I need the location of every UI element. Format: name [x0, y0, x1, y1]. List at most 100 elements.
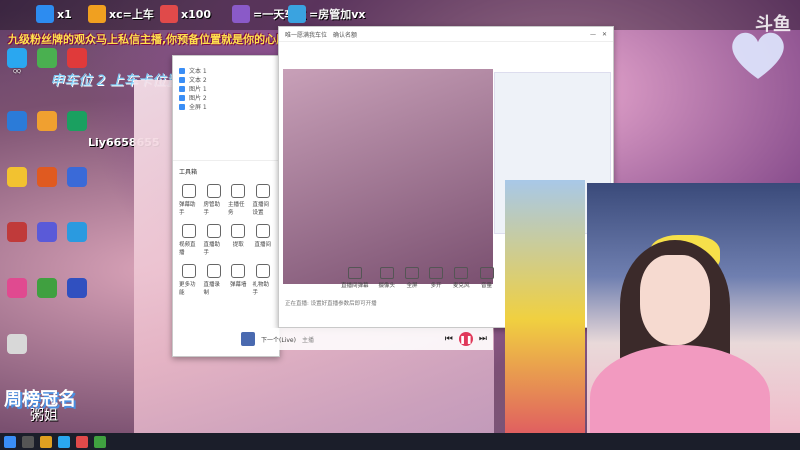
streamer-name: 粥姐 [30, 408, 58, 424]
desktop-icon[interactable] [62, 278, 92, 322]
tool-button[interactable]: 提取 [228, 224, 249, 256]
desktop-icon[interactable] [62, 222, 92, 266]
track-title: 下一个(Live) [261, 336, 296, 344]
control-button[interactable]: 摄像头 [379, 267, 395, 289]
tool-button[interactable]: 视频直播 [179, 224, 200, 256]
toolbox-title: 工具箱 [179, 169, 198, 176]
tool-icon [231, 184, 246, 198]
tool-button[interactable]: 直播间 [253, 224, 274, 256]
preview-area [283, 69, 493, 284]
mic-icon [454, 267, 469, 279]
desktop-icon[interactable] [32, 278, 62, 322]
minimize-icon[interactable]: — [590, 31, 596, 38]
gift-icon [36, 5, 54, 23]
gift-icon [160, 5, 178, 23]
app-icon [67, 166, 87, 187]
marquee-text: 九级粉丝牌的观众马上私信主播,你预备位置就是你的心愿 [8, 33, 288, 46]
camera-icon [379, 267, 394, 279]
tool-icon [231, 264, 246, 278]
volume-icon [479, 267, 494, 279]
danmu-icon [347, 267, 362, 279]
desktop-icon[interactable] [32, 110, 62, 155]
app-icon [67, 222, 87, 243]
tool-grid: 弹幕助手 房管助手 主播任务 直播间设置 视频直播 直播助手 提取 直播间 更多… [179, 184, 273, 296]
tab-2[interactable]: 确认名额 [333, 30, 357, 39]
eye-icon [179, 94, 185, 101]
tool-icon [182, 264, 197, 278]
plush-shelf [505, 180, 585, 433]
control-button[interactable]: 多开 [429, 267, 444, 289]
search-icon[interactable] [22, 435, 34, 448]
desktop-icon[interactable] [2, 278, 32, 322]
source-item[interactable]: 全屏 1 [179, 102, 273, 111]
tool-icon [182, 184, 197, 198]
tool-button[interactable]: 直播助手 [204, 224, 225, 256]
app-icon [37, 278, 57, 299]
desktop-icon[interactable] [2, 222, 32, 266]
app-icon [67, 48, 87, 68]
toolbox-panel: 工具箱 弹幕助手 房管助手 主播任务 直播间设置 视频直播 直播助手 提取 直播… [173, 160, 279, 302]
app-icon [67, 110, 87, 131]
topbar-item: xc=上车 [88, 4, 154, 24]
control-bar: 直播间弹幕 摄像头 全屏 多开 麦克风 音量 [341, 267, 494, 289]
desktop-icon-grid: QQ [2, 48, 92, 378]
control-button[interactable]: 音量 [479, 267, 494, 289]
tool-icon [206, 224, 221, 238]
gift-icon [88, 5, 106, 23]
topbar-item: x100 [160, 4, 211, 24]
desktop-icon[interactable] [2, 166, 32, 211]
topbar-item: x1 [36, 4, 72, 24]
desktop-icon[interactable] [32, 222, 62, 266]
source-item[interactable]: 文本 2 [179, 75, 273, 84]
tool-icon [206, 264, 221, 278]
desktop-icon[interactable] [2, 110, 32, 155]
app-icon[interactable] [76, 435, 88, 448]
prev-icon[interactable]: ⏮ [445, 334, 453, 344]
tool-icon [206, 184, 221, 198]
app-icon [7, 278, 27, 299]
eye-icon [179, 103, 185, 110]
track-artist: 主播 [301, 336, 314, 344]
tool-button[interactable]: 弹幕墙 [228, 264, 249, 296]
pause-icon[interactable]: ❚❚ [458, 332, 473, 346]
tool-icon [255, 224, 270, 238]
control-button[interactable]: 直播间弹幕 [341, 267, 369, 289]
source-item[interactable]: 图片 1 [179, 84, 273, 93]
app-icon [67, 278, 87, 299]
control-button[interactable]: 麦克风 [453, 267, 470, 289]
tool-button[interactable]: 房管助手 [204, 184, 225, 216]
tool-button[interactable]: 直播录制 [204, 264, 225, 296]
gift-icon [288, 5, 306, 23]
eye-icon [179, 67, 185, 74]
tool-button[interactable]: 主播任务 [228, 184, 249, 216]
taskbar [0, 433, 800, 450]
tool-button[interactable]: 弹幕助手 [179, 184, 200, 216]
topbar-item: =房管加vx [288, 4, 365, 24]
desktop-icon[interactable]: QQ [2, 48, 32, 99]
app-icon [37, 222, 57, 243]
source-item[interactable]: 图片 2 [179, 93, 273, 102]
desktop-icon[interactable] [32, 166, 62, 211]
app-icon [37, 166, 57, 187]
next-icon[interactable]: ⏭ [479, 334, 487, 344]
desktop-icon[interactable] [2, 334, 32, 378]
streaming-tools-window[interactable]: 文本 1 文本 2 图片 1 图片 2 全屏 1 工具箱 弹幕助手 房管助手 主… [172, 55, 280, 357]
tool-button[interactable]: 更多功能 [179, 264, 200, 296]
desktop-icon[interactable] [62, 166, 92, 211]
close-icon[interactable]: ✕ [602, 31, 607, 38]
app-icon[interactable] [94, 435, 106, 448]
app-icon [37, 110, 57, 131]
status-text: 正在直播: 设置好直播参数后即可开播 [285, 301, 377, 307]
control-button[interactable]: 全屏 [405, 267, 420, 289]
browser-icon[interactable] [58, 435, 70, 448]
tool-button[interactable]: 直播间设置 [253, 184, 274, 216]
album-cover [241, 332, 255, 346]
tool-button[interactable]: 礼物助手 [253, 264, 274, 296]
tab-1[interactable]: 唯一愿满我车位 [285, 30, 327, 39]
app-icon [37, 48, 57, 68]
app-icon [7, 110, 27, 131]
music-player[interactable]: 下一个(Live) 主播 ⏮ ❚❚ ⏭ [235, 328, 493, 350]
folder-icon[interactable] [40, 435, 52, 448]
start-icon[interactable] [4, 435, 16, 448]
source-item[interactable]: 文本 1 [179, 66, 273, 75]
